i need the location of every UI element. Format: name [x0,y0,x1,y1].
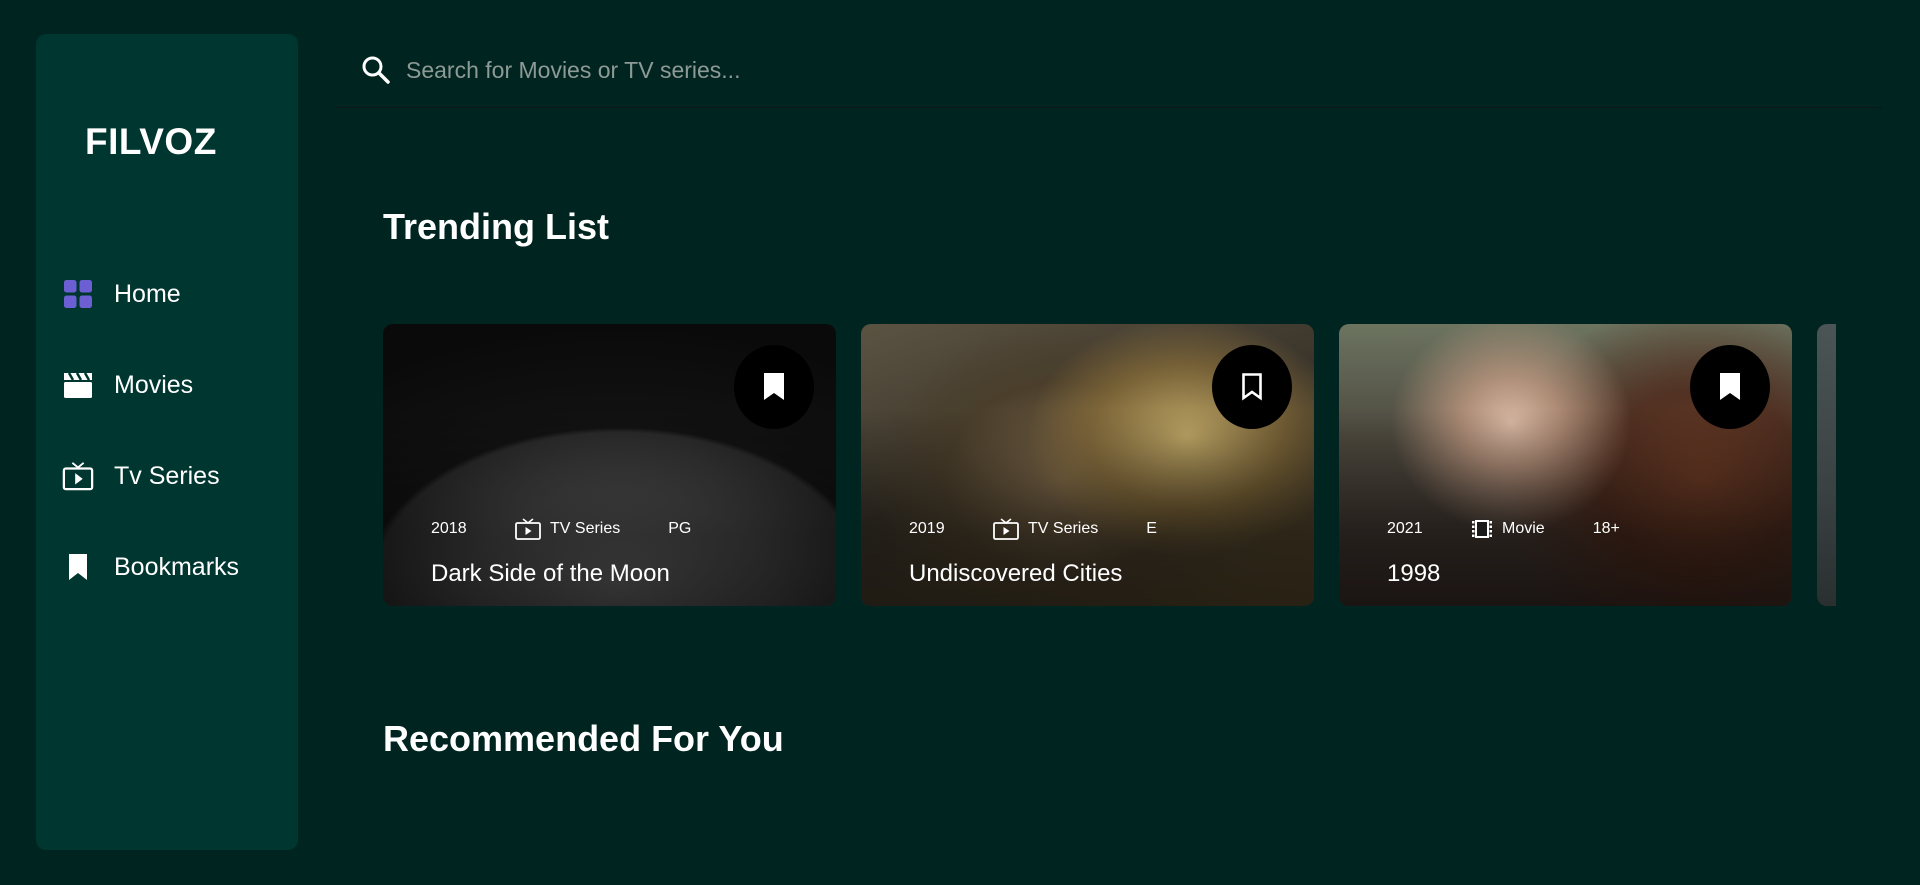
card-rating: 18+ [1592,520,1620,537]
trending-card[interactable]: 2018 TV Series PG Dark Side of the Moon [383,324,836,606]
card-image [1817,324,1836,606]
card-year: 2021 [1387,520,1423,537]
sidebar-item-label: Tv Series [114,462,220,490]
card-meta: 2018 TV Series PG [431,518,691,540]
bookmark-button[interactable] [734,345,814,429]
sidebar-nav: Home Movies Tv Series Bookmarks [36,274,298,638]
search-bar [336,40,1882,108]
sidebar-item-movies[interactable]: Movies [36,365,298,405]
card-year: 2018 [431,520,467,537]
tv-icon [515,518,541,540]
bookmark-icon [764,373,784,400]
sidebar-item-tv-series[interactable]: Tv Series [36,456,298,496]
card-type-label: TV Series [550,520,621,537]
card-title: Dark Side of the Moon [431,560,670,587]
trending-carousel[interactable]: 2018 TV Series PG Dark Side of the Moon … [383,324,1836,606]
card-type: Movie [1471,519,1545,539]
bookmark-icon [1720,373,1740,400]
sidebar: FILVOZ Home Movies Tv Series Bookmarks [36,34,298,850]
trending-card[interactable]: 2021 Movie 18+ 1998 [1339,324,1792,606]
film-icon [1472,520,1492,538]
grid-icon [62,278,94,310]
card-rating: PG [668,520,692,537]
card-rating: E [1146,520,1157,537]
search-icon[interactable] [360,54,392,86]
card-type: TV Series [993,518,1098,540]
bookmark-icon [62,551,94,583]
card-title: Undiscovered Cities [909,560,1123,587]
bookmark-button[interactable] [1212,345,1292,429]
clapperboard-icon [62,369,94,401]
card-type-label: Movie [1502,520,1545,537]
bookmark-button[interactable] [1690,345,1770,429]
search-input[interactable] [406,50,1806,90]
card-meta: 2021 Movie 18+ [1387,518,1620,540]
card-type-label: TV Series [1028,520,1099,537]
tv-icon [62,460,94,492]
sidebar-item-label: Movies [114,371,194,399]
app-logo[interactable]: FILVOZ [85,122,217,162]
trending-card-partial[interactable] [1817,324,1836,606]
card-title: 1998 [1387,560,1441,587]
sidebar-item-label: Home [114,280,181,308]
trending-title: Trending List [383,206,610,247]
card-meta: 2019 TV Series E [909,518,1157,540]
tv-icon [993,518,1019,540]
sidebar-item-home[interactable]: Home [36,274,298,314]
sidebar-item-label: Bookmarks [114,553,240,581]
card-type: TV Series [515,518,620,540]
card-year: 2019 [909,520,945,537]
recommended-title: Recommended For You [383,718,784,759]
trending-card[interactable]: 2019 TV Series E Undiscovered Cities [861,324,1314,606]
sidebar-item-bookmarks[interactable]: Bookmarks [36,547,298,587]
bookmark-outline-icon [1242,373,1262,401]
